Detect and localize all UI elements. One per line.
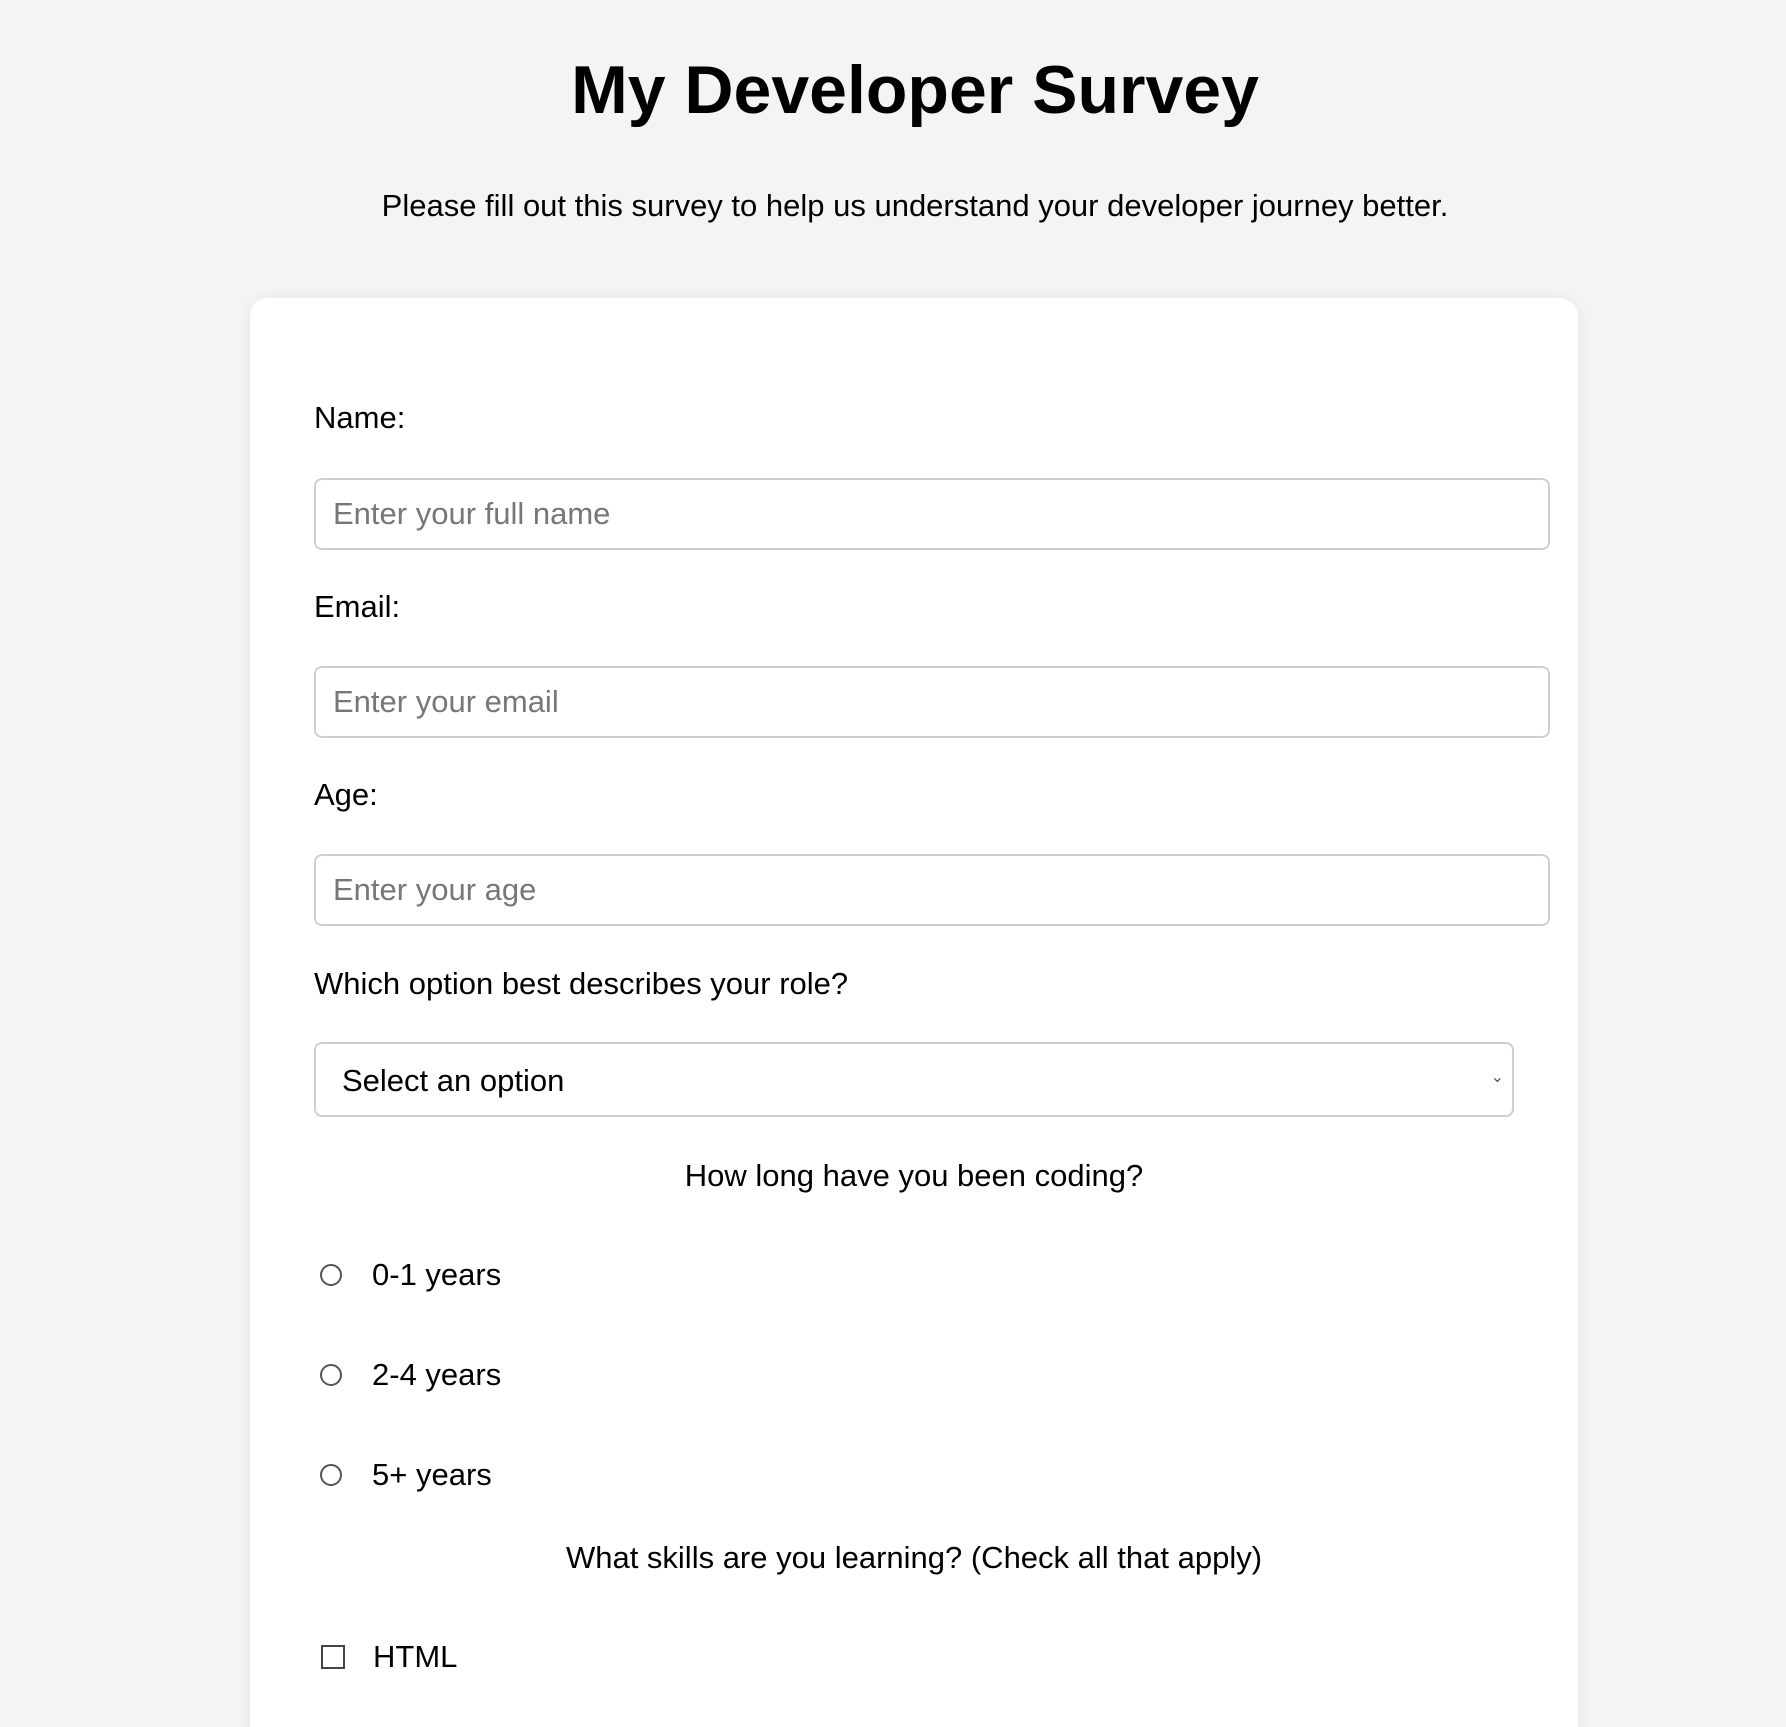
survey-page: My Developer Survey Please fill out this… xyxy=(0,0,1786,1727)
age-input[interactable] xyxy=(314,854,1550,926)
radio-button[interactable] xyxy=(320,1364,342,1386)
survey-description: Please fill out this survey to help us u… xyxy=(381,188,1449,223)
role-select[interactable]: Select an option ⌄ xyxy=(314,1042,1514,1117)
experience-question: How long have you been coding? xyxy=(684,1158,1144,1193)
experience-option-2-4[interactable]: 2-4 years xyxy=(320,1355,501,1395)
email-input[interactable] xyxy=(314,666,1550,738)
role-select-value: Select an option xyxy=(342,1063,565,1098)
page-title: My Developer Survey xyxy=(571,52,1259,128)
chevron-down-icon: ⌄ xyxy=(1490,1069,1504,1086)
name-label: Name: xyxy=(314,400,406,435)
name-input[interactable] xyxy=(314,478,1550,550)
experience-option-5-plus[interactable]: 5+ years xyxy=(320,1455,492,1495)
experience-option-label: 5+ years xyxy=(372,1457,492,1492)
experience-option-0-1[interactable]: 0-1 years xyxy=(320,1255,501,1295)
age-label: Age: xyxy=(314,777,378,812)
email-label: Email: xyxy=(314,589,401,624)
radio-button[interactable] xyxy=(320,1464,342,1486)
skill-option-html[interactable]: HTML xyxy=(321,1637,457,1677)
experience-option-label: 2-4 years xyxy=(372,1357,502,1392)
role-label: Which option best describes your role? xyxy=(314,966,849,1001)
radio-button[interactable] xyxy=(320,1264,342,1286)
skill-option-label: HTML xyxy=(373,1639,458,1674)
checkbox[interactable] xyxy=(321,1645,345,1669)
experience-option-label: 0-1 years xyxy=(372,1257,502,1292)
skills-question: What skills are you learning? (Check all… xyxy=(565,1540,1263,1575)
